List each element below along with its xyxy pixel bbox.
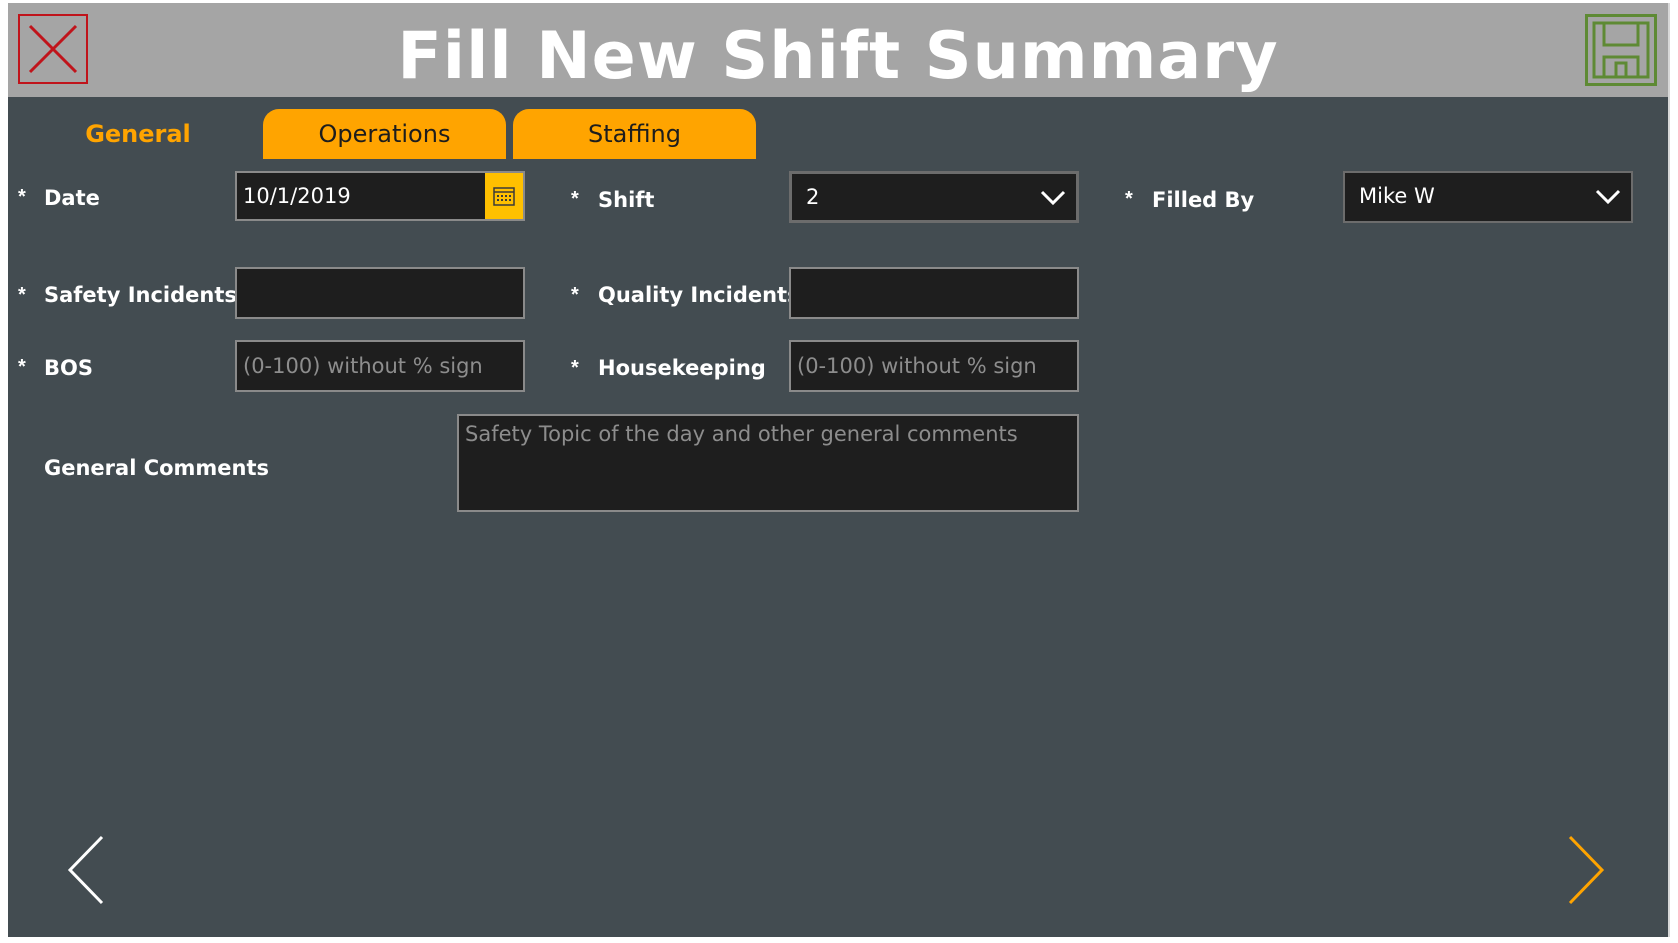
tab-general[interactable]: General: [28, 109, 248, 159]
previous-button[interactable]: [64, 833, 108, 907]
safety-incidents-input[interactable]: [237, 269, 523, 317]
page-title: Fill New Shift Summary: [397, 19, 1279, 94]
general-comments-label: General Comments: [44, 456, 270, 480]
tab-operations[interactable]: Operations: [263, 109, 506, 159]
header-bar: Fill New Shift Summary: [8, 3, 1668, 97]
safety-incidents-label: Safety Incidents: [44, 283, 237, 307]
bos-field[interactable]: [235, 340, 525, 392]
general-comments-field[interactable]: [457, 414, 1079, 512]
calendar-button[interactable]: [485, 173, 523, 219]
shift-label: Shift: [598, 188, 655, 212]
housekeeping-input[interactable]: [791, 342, 1077, 390]
filled-by-value: Mike W: [1359, 184, 1435, 208]
required-marker: *: [571, 357, 579, 379]
date-label: Date: [44, 186, 100, 210]
next-button[interactable]: [1564, 833, 1608, 907]
filled-by-dropdown[interactable]: Mike W: [1343, 171, 1633, 223]
chevron-right-icon: [1568, 835, 1605, 905]
safety-incidents-field[interactable]: [235, 267, 525, 319]
required-marker: *: [18, 356, 26, 378]
quality-incidents-field[interactable]: [789, 267, 1079, 319]
bos-label: BOS: [44, 356, 93, 380]
bos-input[interactable]: [237, 342, 523, 390]
required-marker: *: [18, 186, 26, 208]
save-icon: [1592, 21, 1650, 79]
shift-dropdown[interactable]: 2: [789, 171, 1079, 223]
calendar-icon: [493, 187, 515, 206]
general-comments-input[interactable]: [459, 416, 1077, 510]
chevron-down-icon: [1595, 189, 1621, 205]
app-frame: Fill New Shift Summary General Operation…: [8, 3, 1670, 937]
save-button[interactable]: [1585, 14, 1657, 86]
tab-staffing[interactable]: Staffing: [513, 109, 756, 159]
filled-by-label: Filled By: [1152, 188, 1255, 212]
required-marker: *: [18, 284, 26, 306]
required-marker: *: [1125, 188, 1133, 210]
required-marker: *: [571, 284, 579, 306]
housekeeping-field[interactable]: [789, 340, 1079, 392]
housekeeping-label: Housekeeping: [598, 356, 766, 380]
quality-incidents-label: Quality Incidents: [598, 283, 800, 307]
shift-value: 2: [806, 185, 820, 209]
chevron-down-icon: [1040, 190, 1066, 206]
chevron-left-icon: [67, 835, 104, 905]
date-input[interactable]: [237, 173, 489, 219]
quality-incidents-input[interactable]: [791, 269, 1077, 317]
date-field[interactable]: [235, 171, 525, 221]
required-marker: *: [571, 188, 579, 210]
